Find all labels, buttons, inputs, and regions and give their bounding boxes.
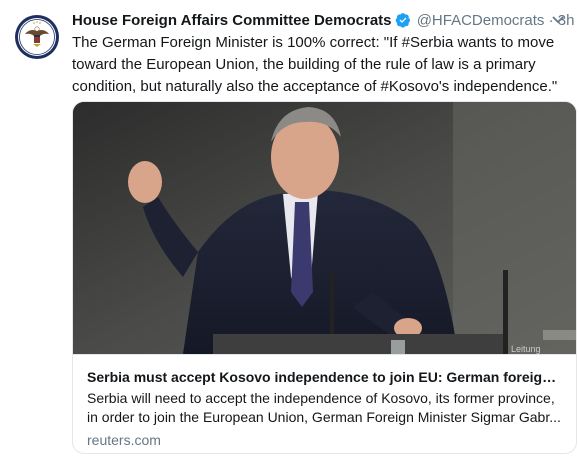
lectern-text: Leitung	[511, 344, 541, 354]
author-name[interactable]: House Foreign Affairs Committee Democrat…	[72, 12, 392, 29]
card-image[interactable]: Leitung	[73, 102, 576, 354]
card-domain[interactable]: reuters.com	[87, 431, 562, 450]
link-card[interactable]: Leitung Serbia must accept Kosovo indepe…	[72, 101, 577, 454]
tweet-header: House Foreign Affairs Committee Democrat…	[72, 10, 574, 32]
tweet-text: The German Foreign Minister is 100% corr…	[72, 34, 558, 95]
card-description: Serbia will need to accept the independe…	[87, 389, 562, 427]
card-photo: Leitung	[73, 102, 576, 354]
author-handle[interactable]: @HFACDemocrats	[417, 12, 545, 29]
card-title[interactable]: Serbia must accept Kosovo independence t…	[87, 368, 562, 387]
card-description-line: Serbia will need to accept the independe…	[87, 390, 555, 406]
tweet[interactable]: House Foreign Affairs Committee Democrat…	[0, 0, 579, 456]
caret-down-icon[interactable]	[551, 12, 565, 26]
seal-logo	[12, 12, 62, 62]
card-body[interactable]: Serbia must accept Kosovo independence t…	[73, 354, 576, 453]
card-description-line: in order to join the European Union, Ger…	[87, 409, 561, 425]
avatar[interactable]	[12, 12, 62, 62]
